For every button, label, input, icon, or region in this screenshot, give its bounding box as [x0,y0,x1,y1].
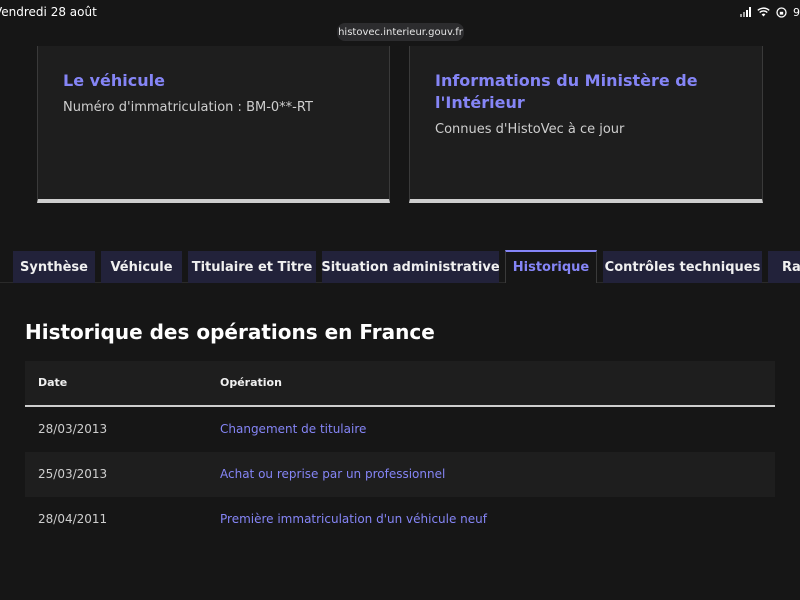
tab-historique[interactable]: Historique [505,250,597,283]
ministry-card-title-line2: l'Intérieur [435,93,525,112]
tab-titulaire-et-titre[interactable]: Titulaire et Titre [188,251,316,283]
ministry-card-title-line1: Informations du Ministère de [435,71,698,90]
ministry-card-text: Connues d'HistoVec à ce jour [435,122,625,137]
row-date: 28/04/2011 [38,512,108,526]
row-operation: Achat ou reprise par un professionnel [220,467,446,481]
status-time: Vendredi 28 août [0,5,97,19]
battery-percent: 9 [793,5,800,19]
vehicle-card-title: Le véhicule [63,71,165,90]
rotation-lock-icon [776,6,787,18]
column-header-date: Date [38,376,68,389]
table-row: 25/03/2013 Achat ou reprise par un profe… [25,452,775,497]
tab-rapport[interactable]: Rap [768,251,800,283]
history-title: Historique des opérations en France [25,320,435,344]
url-bar[interactable]: histovec.interieur.gouv.fr [337,23,464,41]
tab-bar: Synthèse Véhicule Titulaire et Titre Sit… [0,250,800,283]
row-operation: Première immatriculation d'un véhicule n… [220,512,487,526]
tab-controles-techniques[interactable]: Contrôles techniques [603,251,762,283]
history-table: Date Opération 28/03/2013 Changement de … [25,361,775,542]
vehicle-card: Le véhicule Numéro d'immatriculation : B… [37,46,390,203]
ministry-card: Informations du Ministère de l'Intérieur… [409,46,763,203]
wifi-icon [757,7,770,17]
status-icons: 9 [740,5,800,19]
cellular-signal-icon [740,7,751,17]
table-row: 28/03/2013 Changement de titulaire [25,407,775,452]
row-operation: Changement de titulaire [220,422,367,436]
registration-number: Numéro d'immatriculation : BM-0**-RT [63,100,313,115]
page: Vendredi 28 août 9 histovec.interieur.go… [0,0,800,600]
row-date: 25/03/2013 [38,467,108,481]
table-header: Date Opération [25,361,775,407]
tab-synthese[interactable]: Synthèse [13,251,95,283]
url-text: histovec.interieur.gouv.fr [338,26,463,38]
tab-vehicule[interactable]: Véhicule [101,251,182,283]
row-date: 28/03/2013 [38,422,108,436]
tab-situation-administrative[interactable]: Situation administrative [322,251,499,283]
column-header-operation: Opération [220,376,282,389]
table-row: 28/04/2011 Première immatriculation d'un… [25,497,775,542]
